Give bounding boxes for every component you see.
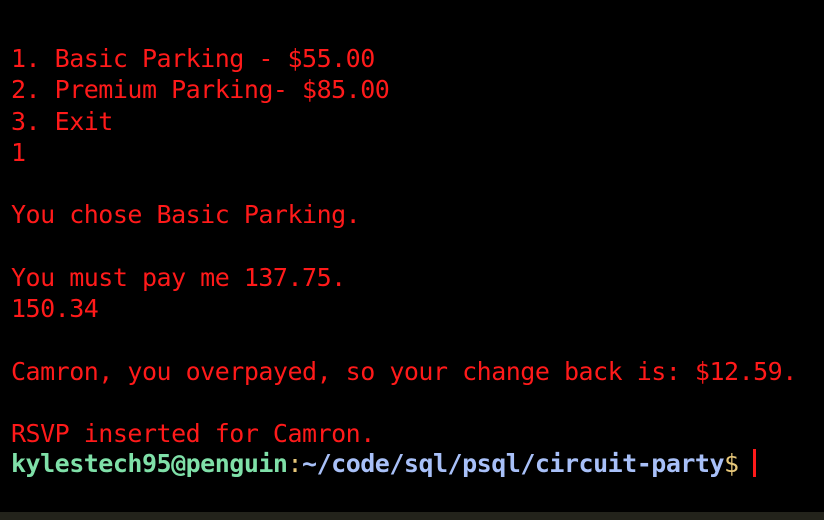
shell-prompt-line[interactable]: kylestech95@penguin:~/code/sql/psql/circ… <box>11 449 756 479</box>
menu-option-basic-parking: 1. Basic Parking - $55.00 <box>11 44 375 73</box>
change-back-text: Camron, you overpayed, so your change ba… <box>11 357 797 386</box>
prompt-colon: : <box>287 449 303 478</box>
prompt-user-host: kylestech95@penguin <box>11 449 288 478</box>
menu-option-exit: 3. Exit <box>11 107 113 136</box>
window-bottom-edge <box>0 512 824 520</box>
amount-due-text: You must pay me 137.75. <box>11 263 346 292</box>
terminal-window[interactable]: 1. Basic Parking - $55.00 2. Premium Par… <box>0 0 824 520</box>
menu-option-premium-parking: 2. Premium Parking- $85.00 <box>11 75 390 104</box>
text-cursor[interactable] <box>752 449 756 477</box>
user-input-choice: 1 <box>11 138 26 167</box>
choice-confirmation-text: You chose Basic Parking. <box>11 200 361 229</box>
rsvp-confirmation-text: RSVP inserted for Camron. <box>11 419 375 448</box>
prompt-working-directory: ~/code/sql/psql/circuit-party <box>302 449 725 478</box>
prompt-dollar-sign: $ <box>724 449 739 478</box>
user-input-payment: 150.34 <box>11 294 99 323</box>
